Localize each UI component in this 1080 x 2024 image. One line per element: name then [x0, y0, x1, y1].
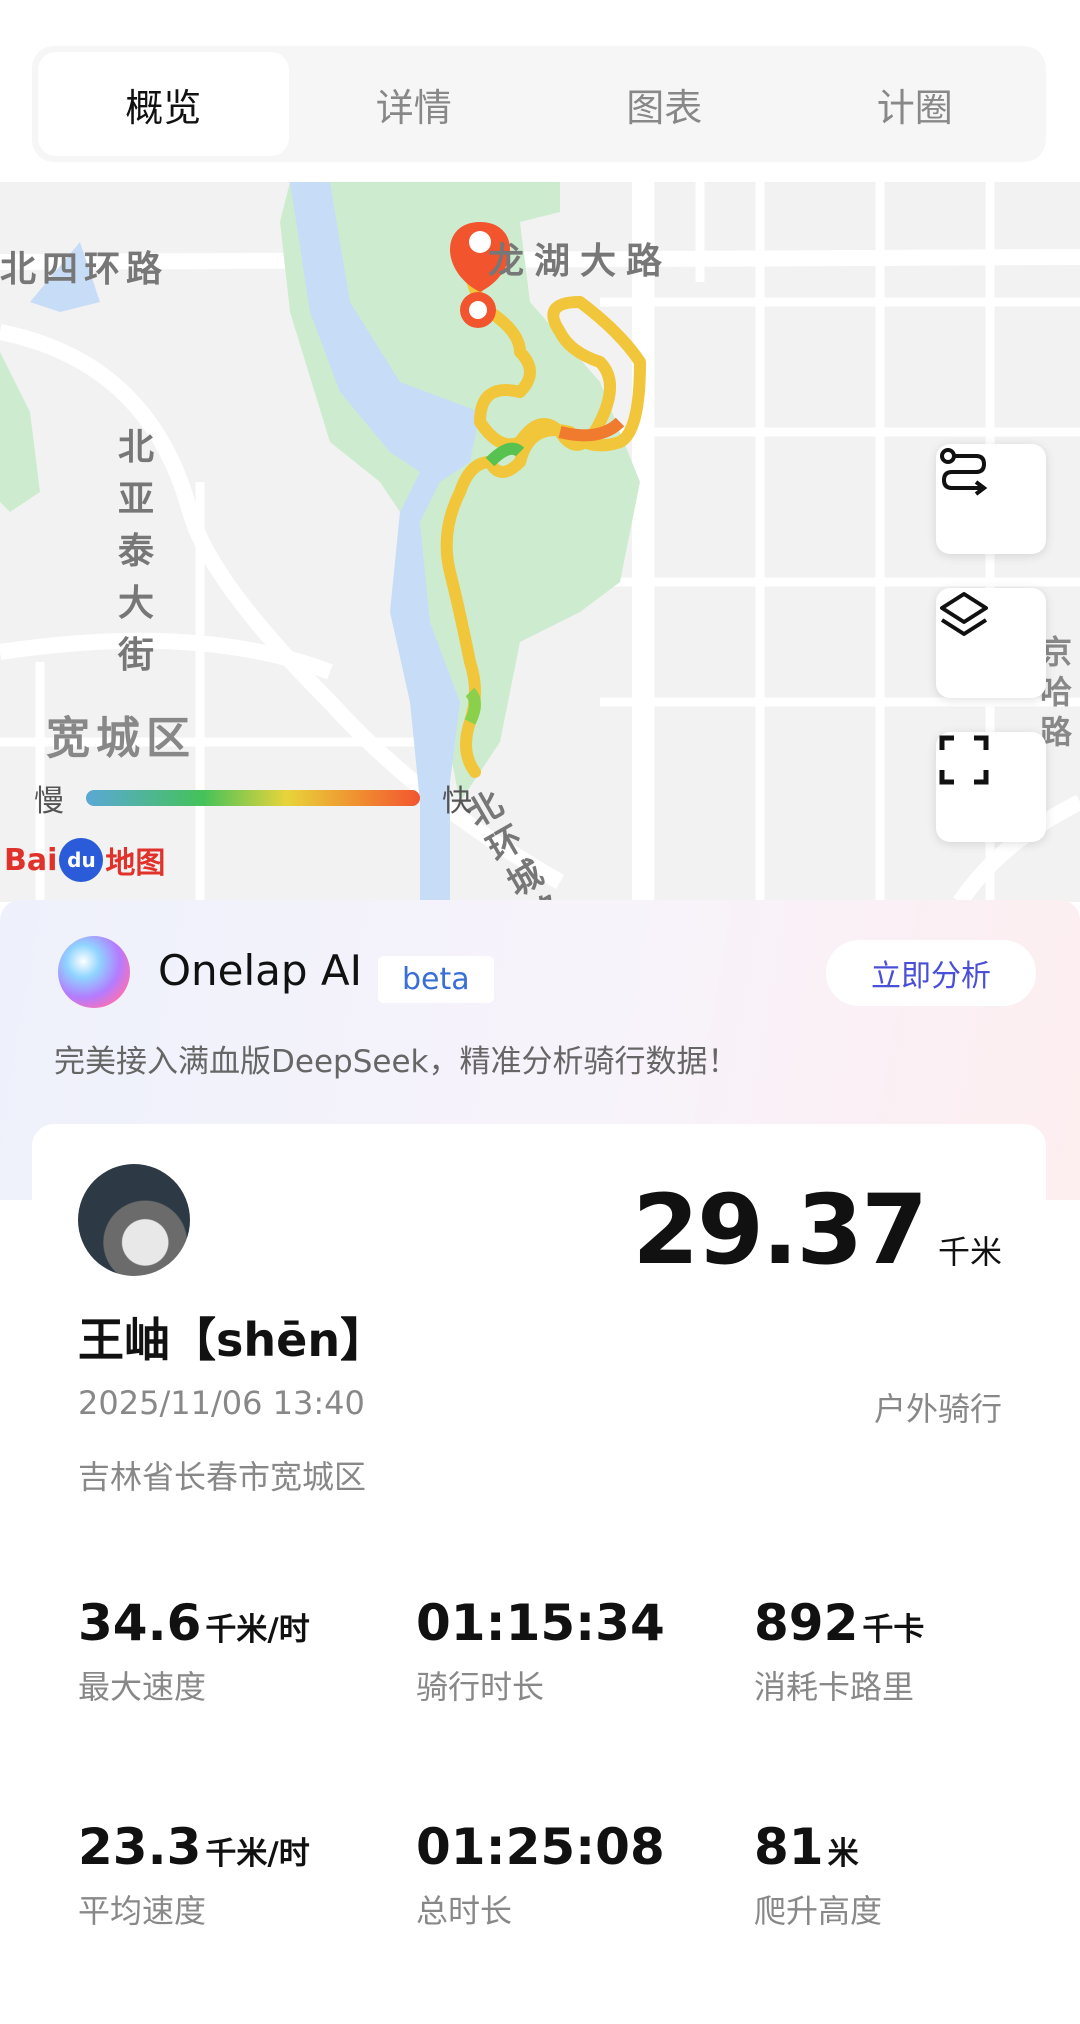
- tab-bar: 概览 详情 图表 计圈: [32, 46, 1046, 162]
- ride-type: 户外骑行: [873, 1390, 1002, 1428]
- analyze-button[interactable]: 立即分析: [826, 940, 1036, 1006]
- ai-description: 完美接入满血版DeepSeek，精准分析骑行数据！: [54, 1044, 739, 1080]
- ride-datetime: 2025/11/06 13:40: [78, 1384, 365, 1422]
- tab-charts[interactable]: 图表: [539, 52, 790, 156]
- fullscreen-button[interactable]: [936, 732, 1046, 842]
- beta-badge: beta: [378, 956, 494, 1003]
- layers-button[interactable]: [936, 588, 1046, 698]
- fullscreen-icon: [939, 735, 989, 785]
- ride-summary-card: 29.37 千米 王岫【shēn】 2025/11/06 13:40 户外骑行 …: [32, 1124, 1046, 2024]
- tab-details[interactable]: 详情: [289, 52, 540, 156]
- speed-legend: 慢 快: [34, 776, 472, 820]
- stat-avg-speed: 23.3 千米/时 平均速度: [78, 1818, 310, 1930]
- total-distance: 29.37 千米: [632, 1174, 1002, 1286]
- distance-value: 29.37: [632, 1174, 928, 1286]
- tab-overview[interactable]: 概览: [38, 52, 289, 156]
- stat-elevation-gain: 81 米 爬升高度: [754, 1818, 883, 1930]
- layers-icon: [940, 592, 988, 636]
- route-button[interactable]: [936, 444, 1046, 554]
- district-label: 宽城区: [46, 713, 196, 764]
- speed-gradient-bar: [86, 790, 420, 806]
- road-label: 北四环路: [0, 249, 169, 290]
- route-map[interactable]: 北四环路 龙湖大路 北亚泰大街 北环城路 宽城区 京哈路 慢 快 Bai du …: [0, 182, 1080, 902]
- ai-title: Onelap AI: [158, 946, 363, 995]
- tab-laps[interactable]: 计圈: [790, 52, 1041, 156]
- legend-slow-label: 慢: [34, 784, 64, 819]
- stat-max-speed: 34.6 千米/时 最大速度: [78, 1594, 310, 1706]
- ai-logo-icon: [58, 936, 130, 1008]
- avatar[interactable]: [78, 1164, 190, 1276]
- stat-calories: 892 千卡 消耗卡路里: [754, 1594, 925, 1706]
- legend-fast-label: 快: [442, 784, 472, 819]
- distance-unit: 千米: [937, 1233, 1002, 1271]
- map-provider-logo: Bai du 地图: [4, 838, 165, 882]
- stat-ride-time: 01:15:34 骑行时长: [416, 1594, 665, 1706]
- ride-location: 吉林省长春市宽城区: [78, 1458, 367, 1496]
- rider-name: 王岫【shēn】: [78, 1313, 387, 1367]
- route-icon: [940, 448, 988, 496]
- road-label: 龙湖大路: [488, 241, 673, 282]
- baidu-paw-icon: du: [59, 838, 104, 882]
- road-label: 北亚泰大街: [118, 427, 155, 676]
- stat-total-time: 01:25:08 总时长: [416, 1818, 665, 1930]
